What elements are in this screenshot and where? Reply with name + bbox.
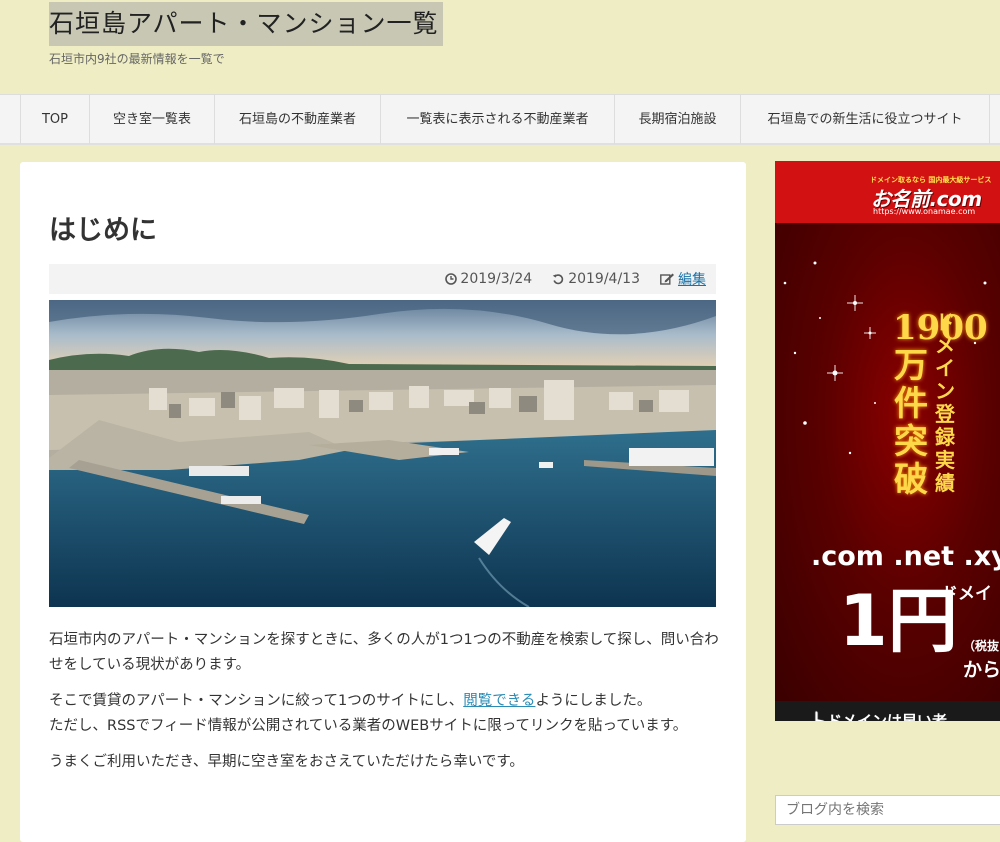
domain-ad-banner[interactable]: ドメイン取るなら 国内最大級サービス お名前.com https://www.o… — [775, 161, 1000, 721]
site-title[interactable]: 石垣島アパート・マンション一覧 — [49, 2, 443, 46]
ad-price-from: から — [963, 659, 1000, 681]
harbor-photo — [49, 300, 716, 607]
nav-item-long-stay[interactable]: 長期宿泊施設 — [615, 95, 741, 144]
post-meta: 2019/3/24 2019/4/13 編集 — [49, 264, 716, 294]
paragraph-purpose: そこで賃貸のアパート・マンションに絞って1つのサイトにし、閲覧できるようにしまし… — [49, 689, 724, 739]
paragraph-purpose-text-end: ようにしました。 — [535, 693, 652, 709]
cursor-hand-icon — [814, 710, 826, 721]
published-date-text: 2019/3/24 — [460, 271, 533, 287]
edit-link-wrap: 編集 — [660, 269, 706, 289]
updated-date: 2019/4/13 — [552, 271, 640, 287]
ad-logo-url: https://www.onamae.com — [873, 207, 976, 216]
ad-price-note: （税抜 — [963, 639, 1000, 653]
ad-price: 1円 — [839, 580, 958, 662]
nav-item-listed-agents[interactable]: 一覧表に表示される不動産業者 — [381, 95, 615, 144]
ad-tld-list: .com .net .xy — [811, 541, 1000, 572]
site-tagline: 石垣市内9社の最新情報を一覧で — [49, 52, 225, 66]
nav-menu: TOP 空き室一覧表 石垣島の不動産業者 一覧表に表示される不動産業者 長期宿泊… — [20, 95, 990, 144]
blog-search-input[interactable] — [775, 795, 1000, 825]
paragraph-closing: うまくご利用いただき、早期に空き室をおさえていただけたら幸いです。 — [49, 754, 524, 770]
article-card: はじめに 2019/3/24 2019/4/13 編集 石垣市内のアパート・マン… — [20, 162, 746, 842]
paragraph-purpose-note: ただし、RSSでフィード情報が公開されている業者のWEBサイトに限ってリンクを貼… — [49, 718, 688, 734]
ad-record-number: 1900万件突破 — [893, 308, 988, 500]
browse-link[interactable]: 閲覧できる — [463, 693, 535, 709]
global-nav: TOP 空き室一覧表 石垣島の不動産業者 一覧表に表示される不動産業者 長期宿泊… — [0, 94, 1000, 145]
nav-item-vacancy-list[interactable]: 空き室一覧表 — [90, 95, 215, 144]
updated-date-text: 2019/4/13 — [568, 271, 640, 287]
ad-record-label: ドメイン登録実績 — [935, 310, 955, 495]
edit-link[interactable]: 編集 — [678, 269, 706, 289]
paragraph-purpose-text: そこで賃貸のアパート・マンションに絞って1つのサイトにし、 — [49, 693, 464, 709]
published-date: 2019/3/24 — [445, 271, 532, 287]
ad-footer-text: ドメインは早い者 — [827, 712, 948, 721]
post-title: はじめに — [49, 215, 157, 246]
nav-item-real-estate-agents[interactable]: 石垣島の不動産業者 — [215, 95, 381, 144]
refresh-icon — [553, 274, 564, 285]
paragraph-intro: 石垣市内のアパート・マンションを探すときに、多くの人が1つ1つの不動産を検索して… — [49, 632, 719, 673]
nav-item-top[interactable]: TOP — [21, 95, 90, 144]
edit-icon — [660, 273, 674, 285]
ad-header: ドメイン取るなら 国内最大級サービス お名前.com https://www.o… — [775, 161, 1000, 223]
post-content: 石垣市内のアパート・マンションを探すときに、多くの人が1つ1つの不動産を検索して… — [49, 628, 724, 786]
ad-footer: ドメインは早い者 — [775, 701, 1000, 721]
nav-item-useful-sites[interactable]: 石垣島での新生活に役立つサイト — [741, 95, 990, 144]
clock-icon — [445, 273, 458, 285]
